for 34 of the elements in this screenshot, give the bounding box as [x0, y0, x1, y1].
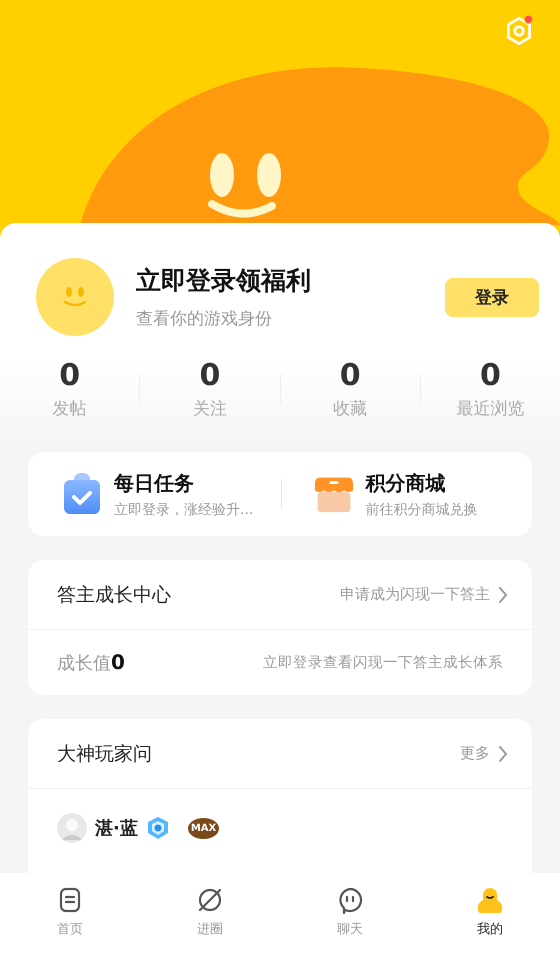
- more-link[interactable]: 更多: [460, 744, 490, 763]
- section-title: 大神玩家问: [57, 742, 152, 766]
- tab[interactable]: 聊天: [280, 873, 420, 956]
- login-prompt-title: 立即登录领福利: [136, 265, 312, 297]
- shortcut-title[interactable]: 积分商城: [366, 470, 478, 496]
- stat-label[interactable]: 收藏: [333, 397, 368, 420]
- mascot-icon: [476, 886, 504, 914]
- stat-value: 0: [199, 358, 220, 393]
- shortcut-subtitle: 立即登录，涨经验升...: [114, 500, 254, 518]
- avatar-icon[interactable]: [36, 258, 114, 336]
- apply-link[interactable]: 申请成为闪现一下答主: [340, 585, 490, 604]
- tab[interactable]: 进圈: [140, 873, 280, 956]
- section-title: 答主成长中心: [57, 582, 171, 608]
- login-button[interactable]: 登录: [445, 278, 539, 316]
- shortcut-subtitle: 前往积分商城兑换: [366, 500, 478, 518]
- stat-value: 0: [340, 358, 361, 393]
- stat-value: 0: [59, 358, 80, 393]
- clipboard-check-icon[interactable]: [62, 472, 102, 516]
- user-avatar-icon[interactable]: [57, 813, 87, 843]
- stat-label[interactable]: 发帖: [52, 397, 87, 420]
- login-prompt-subtitle: 查看你的游戏身份: [136, 308, 273, 330]
- user-name[interactable]: 湛·蓝: [95, 816, 138, 840]
- tab[interactable]: 我的: [420, 873, 560, 956]
- chevron-right-icon[interactable]: [498, 586, 508, 604]
- stat-value: 0: [480, 358, 501, 393]
- growth-hint: 立即登录查看闪现一下答主成长体系: [263, 654, 503, 672]
- chevron-right-icon[interactable]: [498, 744, 508, 762]
- shield-badge-icon: [146, 816, 170, 840]
- level-badge: MAX: [188, 818, 220, 838]
- stat-label[interactable]: 最近浏览: [456, 397, 524, 420]
- tab[interactable]: 首页: [0, 873, 140, 956]
- stat-label[interactable]: 关注: [192, 397, 227, 420]
- growth-value-label: 成长值0: [57, 650, 125, 675]
- shortcut-title[interactable]: 每日任务: [114, 470, 254, 496]
